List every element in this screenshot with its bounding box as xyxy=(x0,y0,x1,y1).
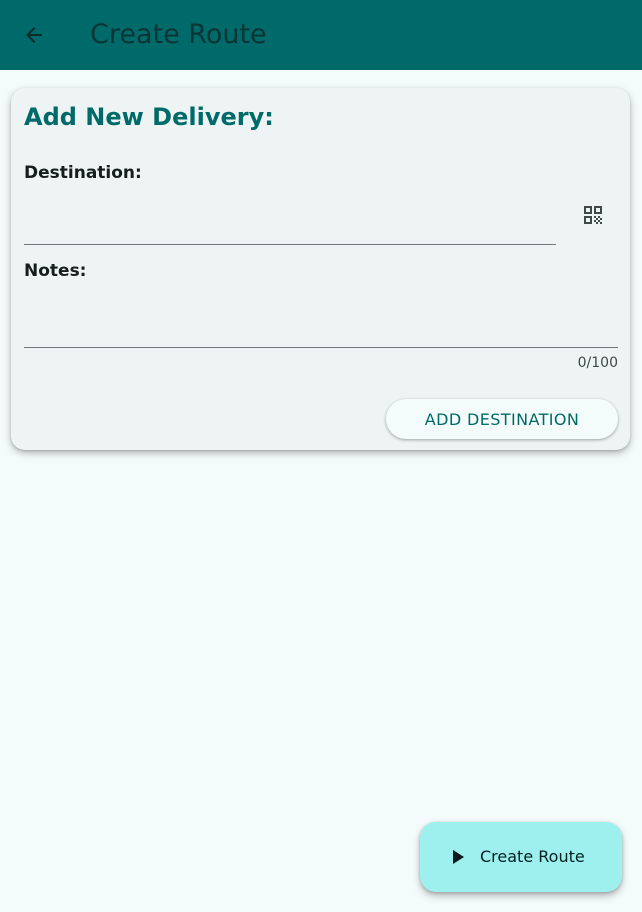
arrow-back-icon xyxy=(26,27,42,43)
fab-label: Create Route xyxy=(480,847,585,866)
card-title: Add New Delivery: xyxy=(24,103,274,131)
destination-input[interactable] xyxy=(24,209,556,245)
add-delivery-card: Add New Delivery: Destination: Notes: 0/… xyxy=(11,88,630,450)
notes-label: Notes: xyxy=(24,261,87,281)
add-destination-button[interactable]: ADD DESTINATION xyxy=(386,399,618,439)
create-route-fab[interactable]: Create Route xyxy=(420,822,622,892)
play-icon xyxy=(453,850,464,864)
qr-code-icon xyxy=(584,206,602,224)
scan-qr-button[interactable] xyxy=(578,200,608,230)
notes-input[interactable] xyxy=(24,312,618,348)
app-bar: Create Route xyxy=(0,0,642,70)
page-title: Create Route xyxy=(90,19,267,50)
back-button[interactable] xyxy=(16,17,52,53)
destination-label: Destination: xyxy=(24,163,142,183)
notes-char-counter: 0/100 xyxy=(577,355,618,371)
